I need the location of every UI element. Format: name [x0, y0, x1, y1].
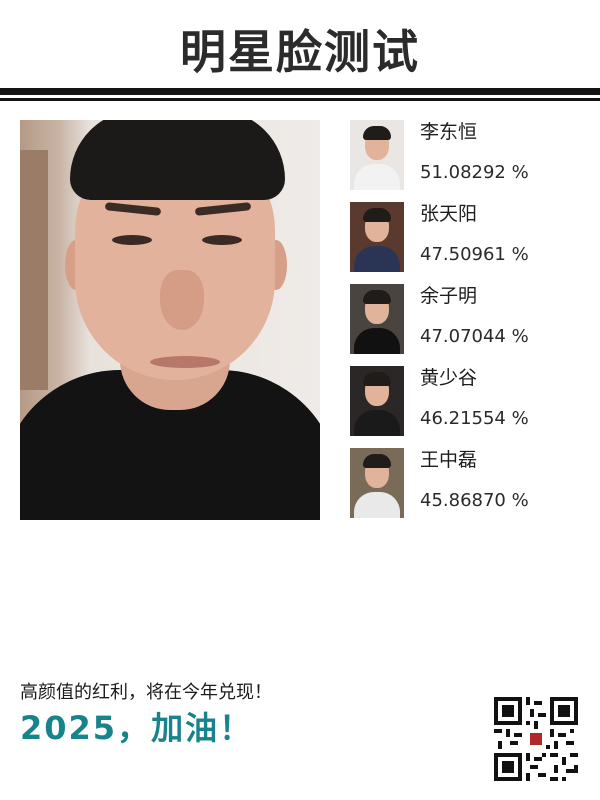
celebrity-name: 黄少谷	[420, 367, 478, 389]
similarity-score: 47.07044 %	[420, 326, 529, 347]
celebrity-photo-hair	[363, 454, 391, 468]
photo-mouth	[150, 356, 220, 368]
celebrity-photo-hair	[363, 208, 391, 222]
celebrity-photo	[350, 120, 404, 190]
match-item-3[interactable]: 余子明 47.07044 %	[350, 284, 590, 354]
photo-eye-right	[202, 235, 242, 245]
celebrity-photo	[350, 202, 404, 272]
title-divider-thin	[0, 98, 600, 101]
similarity-score: 51.08292 %	[420, 162, 529, 183]
celebrity-name: 王中磊	[420, 449, 478, 471]
celebrity-photo	[350, 448, 404, 518]
similarity-score: 45.86870 %	[420, 490, 529, 511]
user-photo	[20, 120, 320, 520]
celebrity-photo-body	[354, 328, 400, 354]
celebrity-photo-hair	[363, 372, 391, 386]
match-item-1[interactable]: 李东恒 51.08292 %	[350, 120, 590, 190]
title-divider-thick	[0, 88, 600, 95]
photo-nose	[160, 270, 204, 330]
match-item-4[interactable]: 黄少谷 46.21554 %	[350, 366, 590, 436]
celebrity-name: 张天阳	[420, 203, 478, 225]
celebrity-name: 李东恒	[420, 121, 478, 143]
celebrity-name: 余子明	[420, 285, 478, 307]
celebrity-photo-body	[354, 246, 400, 272]
match-item-5[interactable]: 王中磊 45.86870 %	[350, 448, 590, 518]
match-item-2[interactable]: 张天阳 47.50961 %	[350, 202, 590, 272]
celebrity-photo-body	[354, 492, 400, 518]
photo-eye-left	[112, 235, 152, 245]
celebrity-photo	[350, 284, 404, 354]
similarity-score: 47.50961 %	[420, 244, 529, 265]
motto-text: 2025，加油！	[20, 709, 254, 747]
celebrity-photo-hair	[363, 126, 391, 140]
celebrity-photo-hair	[363, 290, 391, 304]
photo-door	[20, 150, 48, 390]
qr-code-icon	[494, 697, 578, 781]
tagline-text: 高颜值的红利，将在今年兑现！	[20, 682, 272, 703]
page-title: 明星脸测试	[180, 25, 420, 79]
photo-hair	[70, 120, 285, 200]
similarity-score: 46.21554 %	[420, 408, 529, 429]
celebrity-photo-body	[354, 410, 400, 436]
celebrity-photo	[350, 366, 404, 436]
celebrity-photo-body	[354, 164, 400, 190]
